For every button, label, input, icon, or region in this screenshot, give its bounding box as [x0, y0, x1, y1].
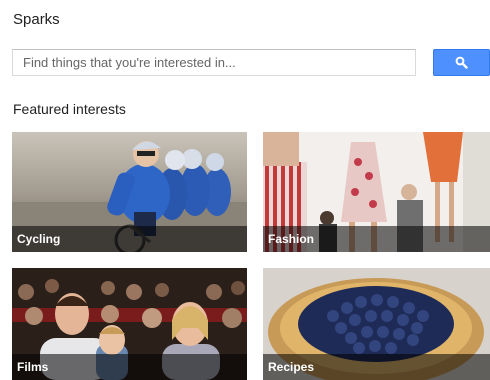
tile-label-cycling: Cycling [17, 232, 61, 246]
interest-tile-recipes[interactable]: Recipes [263, 268, 490, 380]
featured-interests-heading: Featured interests [13, 101, 126, 117]
tile-label-films: Films [17, 360, 49, 374]
interest-tile-fashion[interactable]: Fashion [263, 132, 490, 252]
search-input[interactable] [12, 49, 416, 76]
tile-label-recipes: Recipes [268, 360, 315, 374]
interest-tile-cycling[interactable]: Cycling [12, 132, 247, 252]
tile-label-fashion: Fashion [268, 232, 315, 246]
search-icon [455, 56, 468, 69]
search-button[interactable] [433, 49, 490, 76]
interest-tile-films[interactable]: Films [12, 268, 247, 380]
page-title: Sparks [13, 11, 60, 28]
